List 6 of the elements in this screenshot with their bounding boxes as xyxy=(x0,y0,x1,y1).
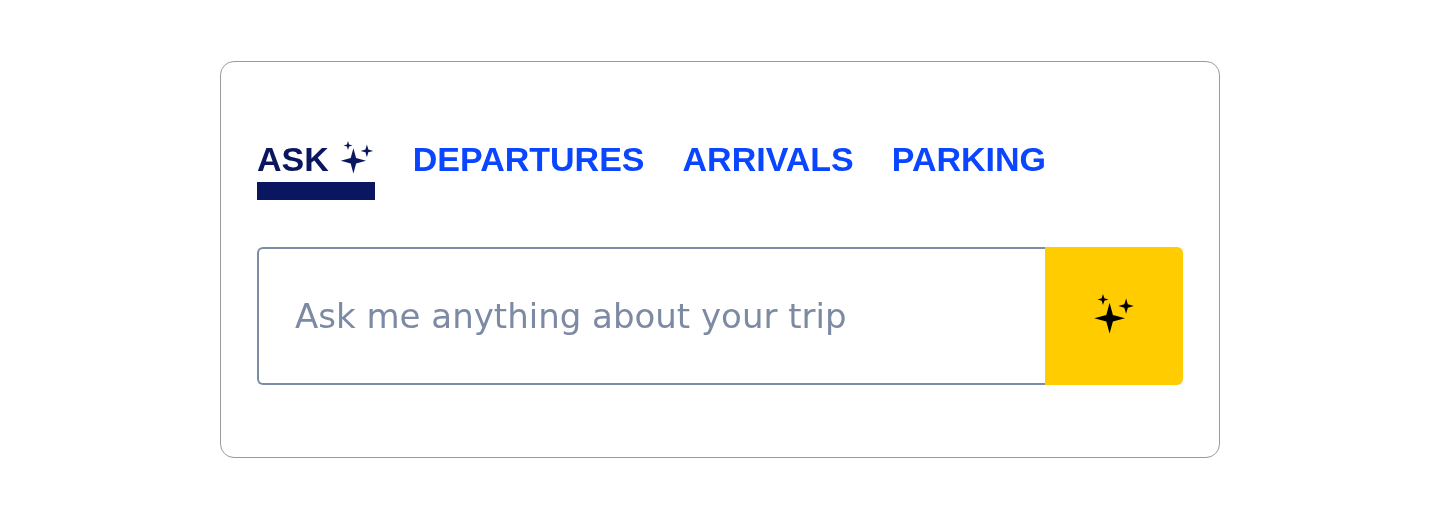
search-field[interactable]: Ask me anything about your trip xyxy=(257,247,1045,385)
ask-button[interactable] xyxy=(1045,247,1183,385)
tab[interactable]: DEPARTURES xyxy=(412,136,645,200)
tab[interactable]: ASK xyxy=(257,136,375,200)
tab[interactable]: ARRIVALS xyxy=(682,136,854,200)
tab[interactable]: PARKING xyxy=(891,136,1047,200)
